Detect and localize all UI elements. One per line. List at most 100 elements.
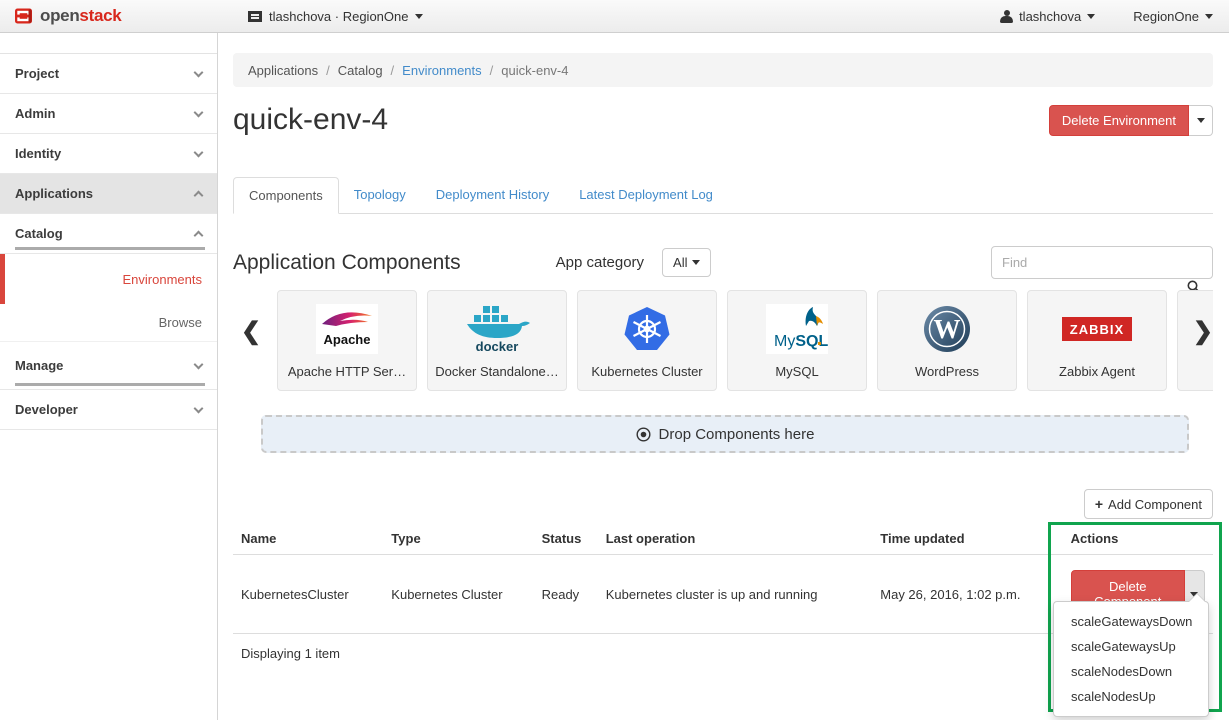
row-last-operation: Kubernetes cluster is up and running	[598, 555, 873, 634]
app-category-dropdown[interactable]: All	[662, 248, 711, 277]
apache-logo-icon: Apache	[316, 304, 378, 354]
openstack-logo[interactable]: openstack	[0, 6, 121, 26]
project-picker-icon	[248, 11, 262, 22]
sidebar-item-manage[interactable]: Manage	[0, 342, 217, 390]
breadcrumb-separator: /	[383, 63, 403, 78]
wordpress-logo-icon: W	[923, 305, 971, 353]
add-component-label: Add Component	[1108, 497, 1202, 512]
region-menu[interactable]: RegionOne	[1133, 9, 1213, 24]
breadcrumb-applications: Applications	[248, 63, 318, 78]
chevron-down-icon	[194, 107, 204, 117]
openstack-cube-icon	[14, 6, 34, 26]
sidebar-item-label: Environments	[123, 272, 202, 287]
user-icon	[1000, 10, 1013, 23]
sidebar-item-admin[interactable]: Admin	[0, 94, 217, 134]
row-name-link[interactable]: KubernetesCluster	[233, 555, 383, 634]
chevron-up-icon	[194, 191, 204, 201]
sidebar-item-project[interactable]: Project	[0, 54, 217, 94]
caret-down-icon	[692, 260, 700, 265]
component-card-wordpress[interactable]: W WordPress	[877, 290, 1017, 391]
app-category-label: App category	[556, 254, 644, 271]
svg-text:MySQL: MySQL	[774, 333, 828, 350]
sidebar-item-label: Identity	[15, 146, 61, 161]
sidebar-item-browse[interactable]: Browse	[0, 304, 217, 342]
tab-bar: Components Topology Deployment History L…	[233, 177, 1213, 214]
mysql-logo-icon: MySQL	[766, 304, 828, 354]
breadcrumb-current: quick-env-4	[501, 63, 568, 78]
docker-logo-icon: docker	[463, 304, 531, 354]
app-category-value: All	[673, 255, 687, 270]
row-time-updated: May 26, 2016, 1:02 p.m.	[872, 555, 1062, 634]
sidebar-item-developer[interactable]: Developer	[0, 390, 217, 430]
project-region-label: tlashchova · RegionOne	[269, 9, 408, 24]
drop-target-icon	[636, 427, 651, 442]
region-menu-label: RegionOne	[1133, 9, 1199, 24]
col-header-name[interactable]: Name	[233, 523, 383, 555]
delete-environment-button[interactable]: Delete Environment	[1049, 105, 1189, 136]
caret-down-icon	[1087, 14, 1095, 19]
col-header-actions: Actions	[1063, 523, 1213, 555]
top-navbar: openstack tlashchova · RegionOne tlashch…	[0, 0, 1229, 33]
sidebar-item-applications[interactable]: Applications	[0, 174, 217, 214]
component-actions-menu: scaleGatewaysDown scaleGatewaysUp scaleN…	[1053, 601, 1209, 717]
menu-item-scale-nodes-up[interactable]: scaleNodesUp	[1054, 684, 1208, 709]
carousel-next-icon[interactable]: ❯	[1193, 320, 1213, 344]
components-carousel: ❮ ❯ Apache Apache HTTP S	[233, 290, 1213, 391]
sidebar-item-label: Project	[15, 66, 59, 81]
component-card-docker[interactable]: docker Docker Standalone…	[427, 290, 567, 391]
sidebar-item-label: Manage	[15, 358, 63, 373]
breadcrumb: Applications / Catalog / Environments / …	[233, 53, 1213, 87]
tab-topology[interactable]: Topology	[339, 177, 421, 214]
chevron-down-icon	[194, 67, 204, 77]
delete-environment-split-button: Delete Environment	[1049, 105, 1213, 136]
drop-components-zone[interactable]: Drop Components here	[261, 415, 1189, 453]
chevron-down-icon	[194, 147, 204, 157]
component-card-apache[interactable]: Apache Apache HTTP Ser…	[277, 290, 417, 391]
carousel-prev-icon[interactable]: ❮	[241, 320, 261, 344]
sidebar-item-identity[interactable]: Identity	[0, 134, 217, 174]
tab-latest-deployment-log[interactable]: Latest Deployment Log	[564, 177, 728, 214]
component-card-label: Zabbix Agent	[1059, 364, 1135, 379]
tab-deployment-history[interactable]: Deployment History	[421, 177, 564, 214]
menu-item-scale-gateways-down[interactable]: scaleGatewaysDown	[1054, 609, 1208, 634]
user-menu[interactable]: tlashchova	[1000, 9, 1095, 24]
breadcrumb-environments-link[interactable]: Environments	[402, 63, 481, 78]
kubernetes-logo-icon	[623, 306, 671, 352]
svg-text:ZABBIX: ZABBIX	[1070, 322, 1124, 337]
col-header-type[interactable]: Type	[383, 523, 533, 555]
caret-down-icon	[1205, 14, 1213, 19]
chevron-down-icon	[194, 359, 204, 369]
sidebar-item-catalog[interactable]: Catalog	[0, 214, 217, 254]
brand-text: openstack	[40, 6, 121, 26]
svg-text:W: W	[934, 314, 961, 344]
chevron-down-icon	[194, 403, 204, 413]
svg-text:docker: docker	[476, 339, 519, 354]
add-component-button[interactable]: + Add Component	[1084, 489, 1213, 519]
col-header-status[interactable]: Status	[534, 523, 598, 555]
component-card-kubernetes[interactable]: Kubernetes Cluster	[577, 290, 717, 391]
sidebar-nav: Project Admin Identity Applications Cata…	[0, 33, 218, 720]
row-type: Kubernetes Cluster	[383, 555, 533, 634]
menu-item-scale-nodes-down[interactable]: scaleNodesDown	[1054, 659, 1208, 684]
project-region-switcher[interactable]: tlashchova · RegionOne	[248, 9, 423, 24]
svg-text:Apache: Apache	[324, 332, 371, 347]
col-header-time-updated[interactable]: Time updated	[872, 523, 1062, 555]
col-header-last-operation[interactable]: Last operation	[598, 523, 873, 555]
delete-environment-dropdown-toggle[interactable]	[1189, 105, 1213, 136]
page-title: quick-env-4	[233, 103, 388, 137]
tab-components[interactable]: Components	[233, 177, 339, 214]
component-card-mysql[interactable]: MySQL MySQL	[727, 290, 867, 391]
sidebar-item-label: Catalog	[15, 226, 63, 241]
sidebar-item-environments[interactable]: Environments	[0, 254, 217, 304]
find-input[interactable]	[991, 246, 1213, 279]
drop-zone-label: Drop Components here	[659, 426, 815, 443]
sidebar-spacer	[0, 33, 217, 54]
sidebar-item-label: Developer	[15, 402, 78, 417]
component-card-label: Kubernetes Cluster	[591, 364, 702, 379]
menu-item-scale-gateways-up[interactable]: scaleGatewaysUp	[1054, 634, 1208, 659]
user-menu-label: tlashchova	[1019, 9, 1081, 24]
component-card-zabbix[interactable]: ZABBIX Zabbix Agent	[1027, 290, 1167, 391]
section-title: Application Components	[233, 251, 461, 275]
component-card-label: WordPress	[915, 364, 979, 379]
caret-down-icon	[415, 14, 423, 19]
